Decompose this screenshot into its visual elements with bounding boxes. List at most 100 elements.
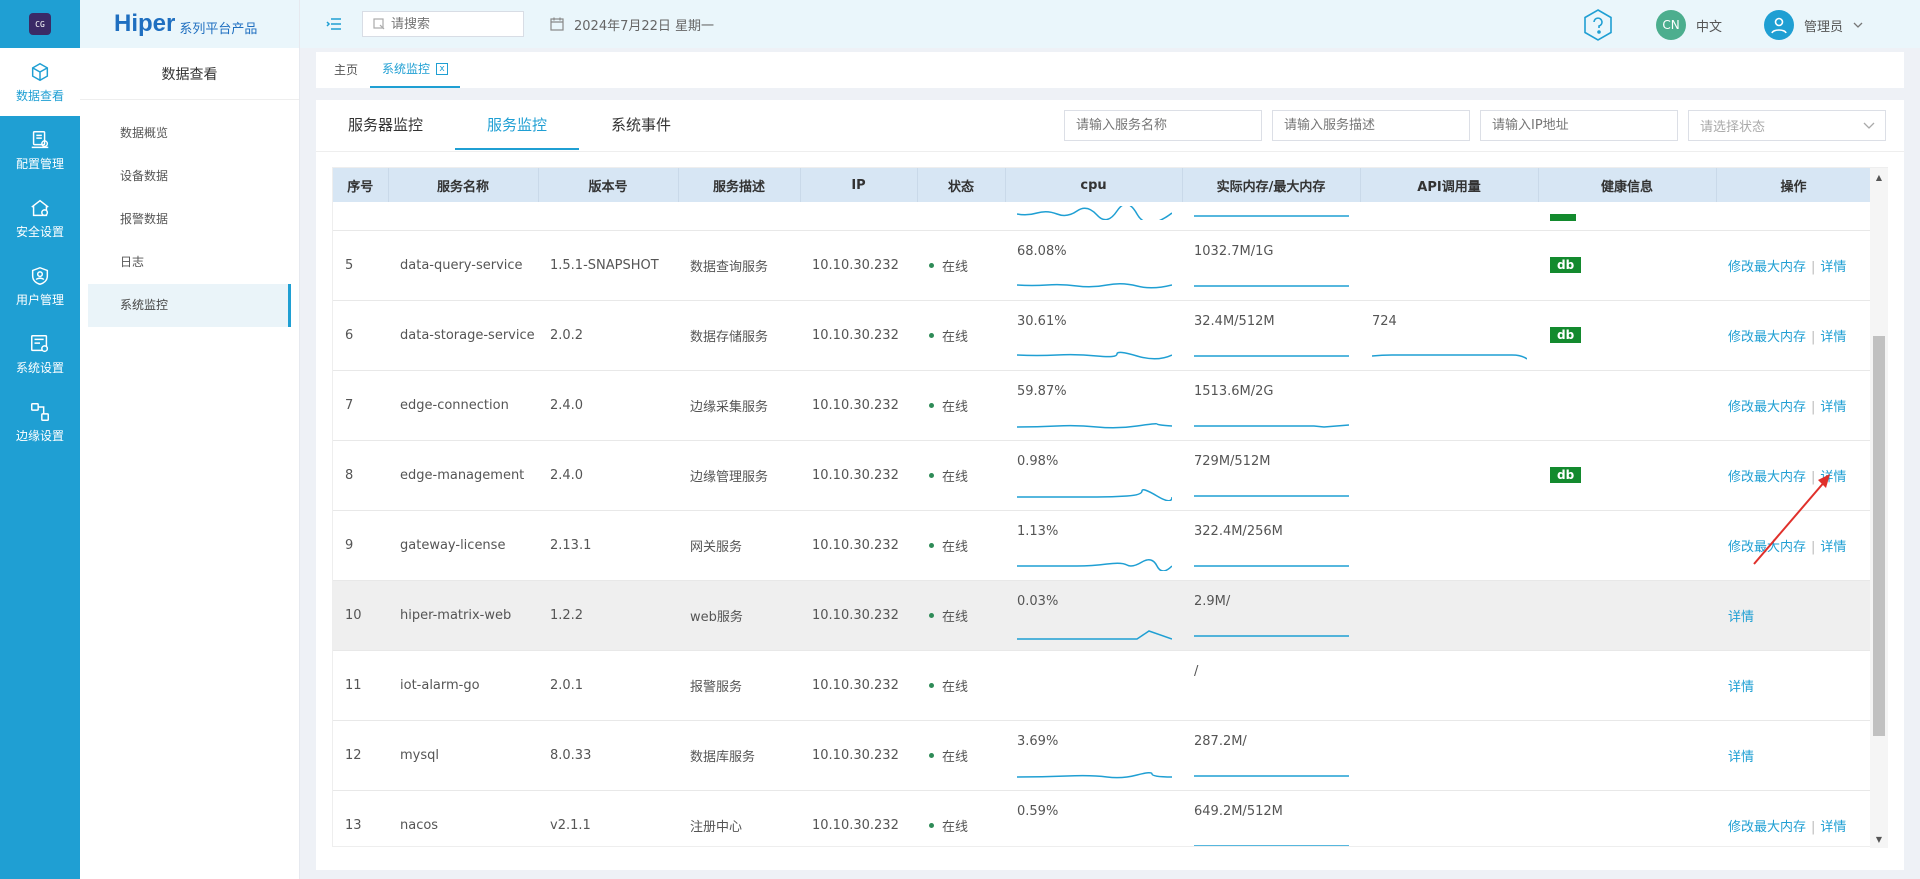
ip-address-input[interactable] (1480, 110, 1678, 141)
edit-max-memory-link[interactable]: 修改最大内存 (1728, 400, 1806, 415)
details-link[interactable]: 详情 (1820, 330, 1846, 345)
service-name-input[interactable] (1064, 110, 1262, 141)
tab-system-events[interactable]: 系统事件 (579, 100, 703, 150)
status-text: 在线 (942, 539, 969, 555)
memory-value: 649.2M/512M (1194, 803, 1283, 819)
memory-value: 2.9M/ (1194, 593, 1231, 609)
scroll-down-icon[interactable]: ▼ (1870, 830, 1888, 848)
global-search[interactable] (362, 11, 524, 37)
online-dot-icon (929, 542, 934, 548)
submenu-panel: Hiper 系列平台产品 数据查看 数据概览 设备数据 报警数据 日志 系统监控 (80, 0, 300, 879)
submenu-item-device-data[interactable]: 设备数据 (88, 155, 291, 198)
scrollbar-thumb[interactable] (1873, 336, 1885, 736)
security-icon (31, 199, 49, 216)
table-row: 7 edge-connection 2.4.0 边缘采集服务 10.10.30.… (333, 370, 1871, 441)
details-link[interactable]: 详情 (1820, 820, 1846, 835)
details-link[interactable]: 详情 (1820, 400, 1846, 415)
details-link[interactable]: 详情 (1728, 680, 1754, 695)
edit-max-memory-link[interactable]: 修改最大内存 (1728, 820, 1806, 835)
cell-description: 注册中心 (678, 790, 800, 846)
app-logo-mark: CG (29, 13, 51, 35)
submenu-item-system-monitor[interactable]: 系统监控 (88, 284, 291, 327)
cell-operations: 详情 (1716, 580, 1871, 651)
service-table: 序号 服务名称 版本号 服务描述 IP 状态 cpu 实际内存/最大内存 API… (332, 167, 1888, 847)
api-value (1372, 523, 1538, 543)
cell-operations: 详情 (1716, 650, 1871, 721)
status-badge: 在线 (929, 676, 968, 695)
cell-cpu: 0.98% (1005, 440, 1182, 511)
status-badge: 在线 (929, 746, 968, 765)
status-select[interactable]: 请选择状态 (1688, 110, 1886, 141)
tab-service-monitor[interactable]: 服务监控 (455, 100, 580, 150)
cell-memory: 2.9M/ (1182, 580, 1360, 651)
service-desc-input[interactable] (1272, 110, 1470, 141)
cell-description: 数据存储服务 (678, 300, 800, 371)
cpu-value: 3.69% (1017, 733, 1059, 749)
help-hexagon-icon (1584, 9, 1612, 41)
cell-api: 724 (1360, 300, 1538, 371)
edit-max-memory-link[interactable]: 修改最大内存 (1728, 540, 1806, 555)
language-badge: CN (1656, 10, 1686, 40)
user-name: 管理员 (1804, 19, 1844, 35)
edit-max-memory-link[interactable]: 修改最大内存 (1728, 260, 1806, 275)
language-switcher[interactable]: CN 中文 (1656, 10, 1722, 40)
details-link[interactable]: 详情 (1820, 470, 1846, 485)
cpu-value: 0.98% (1017, 453, 1059, 469)
details-link[interactable]: 详情 (1820, 540, 1846, 555)
rail-item-edge-settings[interactable]: 边缘设置 (0, 388, 80, 456)
api-value (1372, 733, 1538, 753)
cell-status: 在线 (917, 510, 1005, 581)
online-dot-icon (929, 332, 934, 338)
rail-item-data-view[interactable]: 数据查看 (0, 48, 80, 116)
help-button[interactable] (1581, 8, 1615, 46)
cell-cpu: 1.13% (1005, 510, 1182, 581)
cell-cpu: 0.59% (1005, 790, 1182, 846)
submenu-item-overview[interactable]: 数据概览 (88, 112, 291, 155)
col-header-desc: 服务描述 (678, 168, 801, 202)
submenu-item-alarm-data[interactable]: 报警数据 (88, 198, 291, 241)
user-menu[interactable]: 管理员 (1764, 10, 1863, 40)
tab-system-monitor[interactable]: 系统监控 x (370, 52, 461, 88)
memory-sparkline (1194, 494, 1349, 497)
cell-memory: 287.2M/ (1182, 720, 1360, 791)
health-badge: db (1550, 257, 1582, 273)
cell-health: db (1538, 230, 1716, 301)
rail-item-user-management[interactable]: 用户管理 (0, 252, 80, 320)
details-link[interactable]: 详情 (1728, 750, 1754, 765)
cell-status: 在线 (917, 300, 1005, 371)
cell-api (1360, 720, 1538, 791)
cpu-value: 1.13% (1017, 523, 1059, 539)
cell-memory: 322.4M/256M (1182, 510, 1360, 581)
details-link[interactable]: 详情 (1728, 610, 1754, 625)
online-dot-icon (929, 822, 934, 828)
vertical-scrollbar[interactable]: ▲ ▼ (1870, 168, 1888, 848)
col-header-api: API调用量 (1360, 168, 1539, 202)
cell-memory: / (1182, 650, 1360, 721)
edit-max-memory-link[interactable]: 修改最大内存 (1728, 330, 1806, 345)
content-tabs: 服务器监控 服务监控 系统事件 (316, 100, 703, 150)
search-input[interactable] (391, 16, 511, 32)
scroll-up-icon[interactable]: ▲ (1870, 168, 1888, 186)
online-dot-icon (929, 402, 934, 408)
rail-item-system-settings[interactable]: 系统设置 (0, 320, 80, 388)
cell-version: 2.4.0 (538, 370, 678, 441)
details-link[interactable]: 详情 (1820, 260, 1846, 275)
tab-server-monitor[interactable]: 服务器监控 (316, 100, 455, 150)
cell-status: 在线 (917, 440, 1005, 511)
status-badge: 在线 (929, 396, 968, 415)
rail-item-label: 系统设置 (15, 360, 64, 375)
menu-toggle-button[interactable] (314, 17, 354, 31)
rail-item-config[interactable]: 配置管理 (0, 116, 80, 184)
rail-item-security[interactable]: 安全设置 (0, 184, 80, 252)
online-dot-icon (929, 472, 934, 478)
edit-max-memory-link[interactable]: 修改最大内存 (1728, 470, 1806, 485)
api-value (1372, 453, 1538, 473)
cell-health: db (1538, 440, 1716, 511)
memory-value: 729M/512M (1194, 453, 1271, 469)
submenu-item-logs[interactable]: 日志 (88, 241, 291, 284)
tab-home[interactable]: 主页 (322, 52, 370, 88)
table-row: 9 gateway-license 2.13.1 网关服务 10.10.30.2… (333, 510, 1871, 581)
close-icon[interactable]: x (436, 63, 449, 75)
divider (316, 151, 1904, 152)
cpu-sparkline (1017, 845, 1172, 846)
